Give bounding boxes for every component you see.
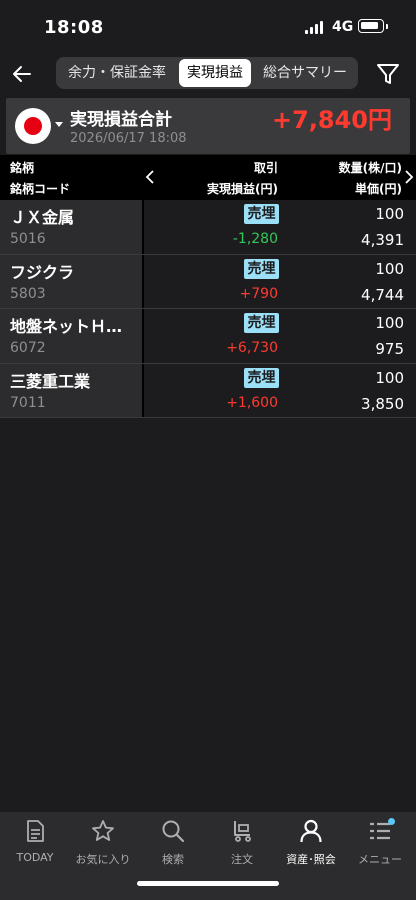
- filter-icon: [377, 64, 399, 84]
- battery-icon: [358, 19, 388, 33]
- table-row[interactable]: 地盤ネットＨ… 6072 売埋 +6,730 100 975: [0, 309, 416, 364]
- header-name: 銘柄: [10, 161, 35, 175]
- realized-pl: +790: [239, 285, 278, 302]
- quantity: 100: [375, 205, 404, 223]
- stock-code: 5016: [10, 231, 46, 247]
- pl-table: ＪＸ金属 5016 売埋 -1,280 100 4,391 フジクラ 5803 …: [0, 200, 416, 418]
- person-icon: [300, 819, 322, 843]
- tabbar-search[interactable]: 検索: [138, 818, 208, 867]
- unit-price: 4,391: [361, 231, 404, 249]
- table-header: 銘柄 銘柄コード 取引 実現損益(円) 数量(株/口) 単価(円): [0, 155, 416, 200]
- arrow-left-icon: [13, 66, 31, 82]
- realized-pl: +6,730: [226, 340, 278, 356]
- summary-total: +7,840円: [271, 106, 392, 134]
- stock-code: 7011: [10, 394, 46, 411]
- header-price: 単価(円): [355, 182, 402, 196]
- quantity: 100: [375, 314, 404, 332]
- tabbar-label: TODAY: [16, 851, 54, 864]
- header-trade: 取引: [253, 161, 278, 175]
- search-icon: [162, 820, 185, 843]
- tab-realized-pl[interactable]: 実現損益: [179, 59, 251, 87]
- status-time: 18:08: [44, 17, 104, 38]
- caret-down-icon[interactable]: [55, 122, 63, 127]
- tabbar-menu[interactable]: メニュー: [345, 818, 415, 867]
- summary-date: 2026/06/17 18:08: [70, 131, 187, 146]
- tabbar-label: 検索: [162, 853, 184, 866]
- header-pl: 実現損益(円): [207, 182, 278, 196]
- tabbar-label: メニュー: [358, 853, 402, 866]
- stock-name: 地盤ネットＨ…: [10, 317, 123, 336]
- unit-price: 975: [375, 340, 404, 358]
- table-row[interactable]: フジクラ 5803 売埋 +790 100 4,744: [0, 254, 416, 309]
- star-icon: [92, 820, 114, 841]
- realized-pl: -1,280: [232, 231, 278, 247]
- notification-dot: [388, 818, 395, 825]
- tabbar-label: お気に入り: [75, 853, 131, 866]
- tab-margin-ratio[interactable]: 余力・保証金率: [58, 59, 176, 87]
- table-row[interactable]: 三菱重工業 7011 売埋 +1,600 100 3,850: [0, 363, 416, 418]
- cart-icon: [234, 821, 251, 842]
- japan-flag-icon[interactable]: [15, 108, 51, 144]
- trade-badge: 売埋: [244, 367, 279, 388]
- tabbar-assets[interactable]: 資産･照会: [276, 818, 346, 867]
- trade-badge: 売埋: [244, 258, 279, 279]
- segment-tabs: 余力・保証金率 実現損益 総合サマリー: [56, 57, 358, 89]
- unit-price: 3,850: [361, 394, 404, 413]
- quantity: 100: [375, 368, 404, 387]
- network-type: 4G: [332, 19, 354, 35]
- stock-code: 5803: [10, 285, 46, 302]
- status-bar: 18:08 4G: [0, 0, 416, 52]
- unit-price: 4,744: [361, 285, 404, 304]
- stock-code: 6072: [10, 340, 46, 356]
- trade-badge: 売埋: [244, 204, 279, 224]
- bottom-tab-bar: TODAY お気に入り 検索 注文 資産･照会 メニュー: [0, 812, 416, 900]
- realized-pl-summary: 実現損益合計 2026/06/17 18:08 +7,840円: [6, 98, 410, 154]
- nav-bar: 余力・保証金率 実現損益 総合サマリー: [0, 52, 416, 96]
- tabbar-label: 注文: [231, 853, 253, 866]
- today-doc-icon: [27, 820, 44, 842]
- chevron-left-icon[interactable]: [145, 170, 155, 184]
- stock-name: ＪＸ金属: [10, 208, 75, 227]
- tabbar-order[interactable]: 注文: [207, 818, 277, 867]
- quantity: 100: [375, 259, 404, 278]
- realized-pl: +1,600: [226, 394, 278, 411]
- stock-name: 三菱重工業: [10, 371, 91, 391]
- back-button[interactable]: [8, 58, 40, 90]
- chevron-right-icon[interactable]: [404, 170, 414, 184]
- home-indicator: [137, 881, 279, 886]
- header-code: 銘柄コード: [10, 182, 71, 196]
- filter-button[interactable]: [374, 60, 402, 88]
- tabbar-favorites[interactable]: お気に入り: [68, 818, 138, 867]
- tab-summary[interactable]: 総合サマリー: [254, 59, 356, 87]
- trade-badge: 売埋: [244, 313, 279, 333]
- summary-title: 実現損益合計: [70, 110, 172, 130]
- stock-name: フジクラ: [10, 262, 75, 282]
- header-qty: 数量(株/口): [338, 161, 402, 175]
- signal-strength-icon: [305, 21, 327, 34]
- tabbar-label: 資産･照会: [286, 853, 336, 866]
- tabbar-today[interactable]: TODAY: [0, 818, 70, 864]
- table-row[interactable]: ＪＸ金属 5016 売埋 -1,280 100 4,391: [0, 200, 416, 255]
